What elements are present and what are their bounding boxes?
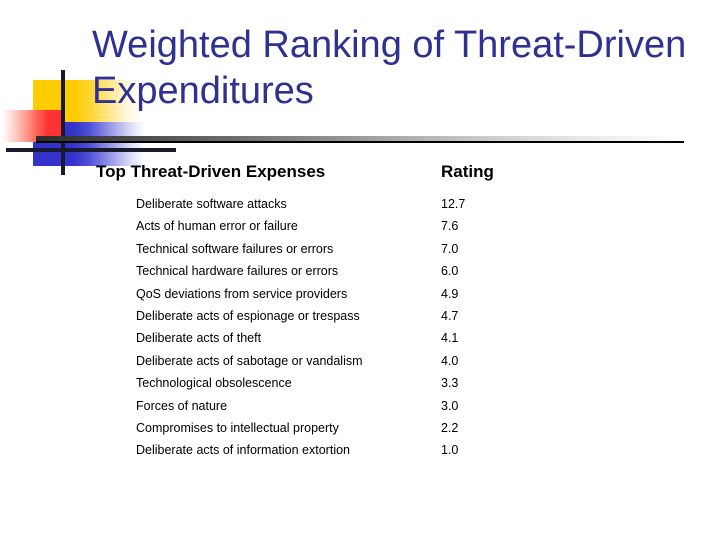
table-row: Compromises to intellectual property 2.2 xyxy=(136,417,656,439)
table-row: Acts of human error or failure 7.6 xyxy=(136,215,656,237)
table-row: Technical hardware failures or errors 6.0 xyxy=(136,260,656,282)
slide: Weighted Ranking of Threat-Driven Expend… xyxy=(0,0,720,540)
table-row: Deliberate acts of espionage or trespass… xyxy=(136,305,656,327)
divider-rule xyxy=(36,141,684,143)
title-divider xyxy=(36,136,684,144)
threat-name: Deliberate acts of espionage or trespass xyxy=(136,309,360,324)
threat-rating: 3.3 xyxy=(441,376,459,391)
table-row: QoS deviations from service providers 4.9 xyxy=(136,283,656,305)
threat-rating: 4.1 xyxy=(441,331,459,346)
threat-name: QoS deviations from service providers xyxy=(136,286,348,301)
threat-rating: 4.9 xyxy=(441,286,459,301)
threat-rating: 1.0 xyxy=(441,443,459,458)
threat-rating: 6.0 xyxy=(441,264,459,279)
header-expenses: Top Threat-Driven Expenses xyxy=(96,162,326,181)
threat-name: Deliberate acts of information extortion xyxy=(136,443,350,458)
table-row: Technical software failures or errors 7.0 xyxy=(136,238,656,260)
table-row: Technological obsolescence 3.3 xyxy=(136,372,656,394)
threat-rating: 7.0 xyxy=(441,241,459,256)
table-row: Forces of nature 3.0 xyxy=(136,395,656,417)
table-body: Deliberate software attacks 12.7 Acts of h… xyxy=(136,193,656,462)
table-row: Deliberate acts of sabotage or vandalism… xyxy=(136,350,656,372)
threat-rating: 4.7 xyxy=(441,309,459,324)
logo-blue-block xyxy=(33,122,145,166)
threat-table: Top Threat-Driven Expenses Rating Delibe… xyxy=(96,162,656,462)
threat-name: Technical hardware failures or errors xyxy=(136,264,339,279)
header-rating: Rating xyxy=(441,162,494,181)
threat-rating: 2.2 xyxy=(441,421,459,436)
threat-rating: 7.6 xyxy=(441,219,459,234)
threat-name: Deliberate software attacks xyxy=(136,197,287,211)
threat-name: Deliberate acts of sabotage or vandalism xyxy=(136,353,363,368)
threat-rating: 3.0 xyxy=(441,398,459,413)
logo-vertical-bar xyxy=(61,70,65,175)
table-row: Deliberate acts of theft 4.1 xyxy=(136,327,656,349)
threat-name: Deliberate acts of theft xyxy=(136,331,262,346)
table-row: Deliberate software attacks 12.7 xyxy=(136,193,656,215)
threat-name: Acts of human error or failure xyxy=(136,219,298,234)
logo-horizontal-bar xyxy=(6,148,176,152)
threat-name: Compromises to intellectual property xyxy=(136,421,339,436)
threat-rating: 12.7 xyxy=(441,197,466,211)
threat-name: Forces of nature xyxy=(136,398,228,413)
threat-name: Technological obsolescence xyxy=(136,376,292,391)
threat-name: Technical software failures or errors xyxy=(136,241,334,256)
table-row: Deliberate acts of information extortion… xyxy=(136,439,656,461)
threat-rating: 4.0 xyxy=(441,353,459,368)
slide-title: Weighted Ranking of Threat-Driven Expend… xyxy=(92,24,687,112)
table-header-row: Top Threat-Driven Expenses Rating xyxy=(96,162,656,182)
